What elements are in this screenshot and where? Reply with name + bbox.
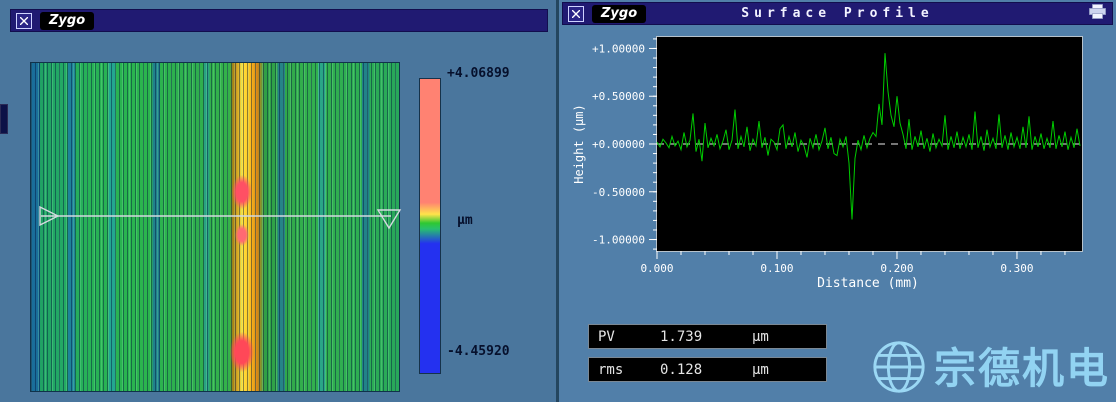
svg-text:0.100: 0.100	[760, 262, 793, 275]
profile-trace: +1.00000+0.50000+0.00000-0.50000-1.00000…	[657, 37, 1082, 251]
svg-text:+1.00000: +1.00000	[592, 42, 645, 55]
surface-map-image[interactable]	[30, 62, 400, 392]
svg-text:+0.00000: +0.00000	[592, 138, 645, 151]
rms-readout: rms 0.128 µm	[588, 357, 827, 382]
surface-profile-titlebar[interactable]: Zygo Surface Profile	[562, 2, 1113, 25]
window-title: Surface Profile	[563, 6, 1112, 21]
pv-value: 1.739	[660, 329, 752, 345]
globe-icon	[870, 338, 928, 400]
pv-readout: PV 1.739 µm	[588, 324, 827, 349]
surface-map-window: Zygo +4.06899 µm -4.45920	[0, 0, 559, 402]
background-window-edge	[0, 104, 8, 134]
close-icon	[20, 17, 28, 25]
pv-label: PV	[589, 329, 660, 345]
colorbar-unit-label: µm	[457, 213, 473, 228]
colorbar-max-label: +4.06899	[447, 66, 510, 81]
surface-map-titlebar[interactable]: Zygo	[10, 9, 548, 32]
y-axis-label: Height (µm)	[572, 64, 586, 224]
watermark-text: 宗德机电	[934, 348, 1110, 390]
colorbar-min-label: -4.45920	[447, 344, 510, 359]
profile-plot: +1.00000+0.50000+0.00000-0.50000-1.00000…	[656, 36, 1083, 252]
x-axis-label: Distance (mm)	[817, 276, 919, 291]
rms-label: rms	[589, 362, 660, 378]
svg-text:0.300: 0.300	[1000, 262, 1033, 275]
zygo-logo: Zygo	[40, 12, 94, 30]
close-button[interactable]	[16, 13, 32, 29]
svg-text:-0.50000: -0.50000	[592, 186, 645, 199]
svg-text:0.200: 0.200	[880, 262, 913, 275]
colorbar	[419, 78, 441, 374]
watermark-logo: 宗德机电	[870, 338, 1110, 400]
rms-value: 0.128	[660, 362, 752, 378]
rms-unit: µm	[752, 362, 769, 378]
zygo-app-screen: Zygo +4.06899 µm -4.45920 Zygo Sur	[0, 0, 1116, 402]
pv-unit: µm	[752, 329, 769, 345]
svg-text:+0.50000: +0.50000	[592, 90, 645, 103]
svg-text:0.000: 0.000	[640, 262, 673, 275]
profile-slice-line[interactable]	[31, 63, 399, 391]
svg-text:-1.00000: -1.00000	[592, 234, 645, 247]
